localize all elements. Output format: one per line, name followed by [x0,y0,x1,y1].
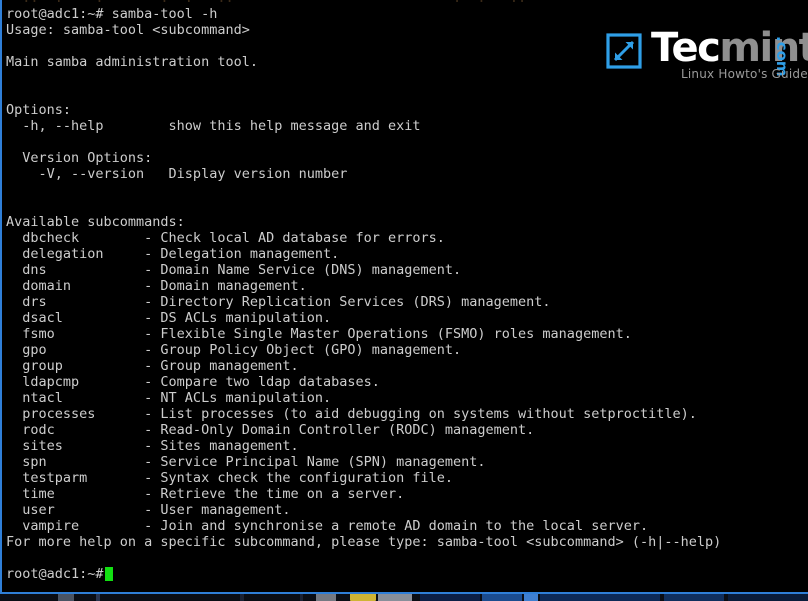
terminal-output[interactable]: root@adc1:~# samba-tool -h Usage: samba-t… [4,6,804,582]
taskbar-item[interactable] [482,593,522,601]
terminal-line: Options: [6,102,72,118]
terminal-line: time - Retrieve the time on a server. [6,486,405,502]
terminal-line: Version Options: [6,150,153,166]
terminal-line: group - Group management. [6,358,299,374]
terminal-line: spn - Service Principal Name (SPN) manag… [6,454,486,470]
terminal-line: testparm - Syntax check the configuratio… [6,470,454,486]
terminal-line: dns - Domain Name Service (DNS) manageme… [6,262,462,278]
terminal-line: delegation - Delegation management. [6,246,340,262]
terminal-line: vampire - Join and synchronise a remote … [6,518,649,534]
terminal-line: -h, --help show this help message and ex… [6,118,421,134]
prompt-text: root@adc1:~# [6,566,104,582]
terminal-line: ntacl - NT ACLs manipulation. [6,390,332,406]
terminal-line: processes - List processes (to aid debug… [6,406,697,422]
taskbar-item[interactable] [240,593,244,601]
taskbar-item[interactable] [58,593,74,601]
taskbar-item[interactable] [524,593,538,601]
logo-domain-suffix: .com [773,36,791,77]
taskbar-item[interactable] [540,593,660,601]
taskbar-item[interactable] [350,593,376,601]
taskbar-item[interactable] [378,593,412,601]
terminal-prompt-line[interactable]: root@adc1:~# [6,566,804,582]
taskbar-item[interactable] [316,593,336,601]
taskbar-item[interactable] [728,593,808,601]
terminal-line: gpo - Group Policy Object (GPO) manageme… [6,342,462,358]
terminal-line: drs - Directory Replication Services (DR… [6,294,551,310]
taskbar-item[interactable] [300,593,303,601]
terminal-cursor [104,567,113,581]
terminal-line: For more help on a specific subcommand, … [6,534,722,550]
taskbar-item[interactable] [96,593,100,601]
taskbar-item[interactable] [420,593,480,601]
terminal-line: ldapcmp - Compare two ldap databases. [6,374,380,390]
tecmint-logo: Tecmint .com Linux Howto's Guide [605,25,808,82]
terminal-line: root@adc1:~# samba-tool -h [6,6,218,22]
tecmint-logo-mark-icon [606,33,642,69]
taskbar-item[interactable] [664,593,724,601]
terminal-line: rodc - Read-Only Domain Controller (RODC… [6,422,535,438]
logo-word-primary: Tec [651,25,721,71]
terminal-line: user - User management. [6,502,291,518]
terminal-line: Available subcommands: [6,214,185,230]
terminal-line: fsmo - Flexible Single Master Operations… [6,326,632,342]
terminal-line: sites - Sites management. [6,438,299,454]
terminal-line: dbcheck - Check local AD database for er… [6,230,445,246]
terminal-window[interactable]: .. . . . . .. . . .. root@adc1:~# samba-… [0,0,808,594]
terminal-line: domain - Domain management. [6,278,307,294]
desktop-taskbar[interactable] [0,593,808,601]
terminal-line: -V, --version Display version number [6,166,348,182]
logo-tagline: Linux Howto's Guide [681,67,808,81]
terminal-line: dsacl - DS ACLs manipulation. [6,310,332,326]
